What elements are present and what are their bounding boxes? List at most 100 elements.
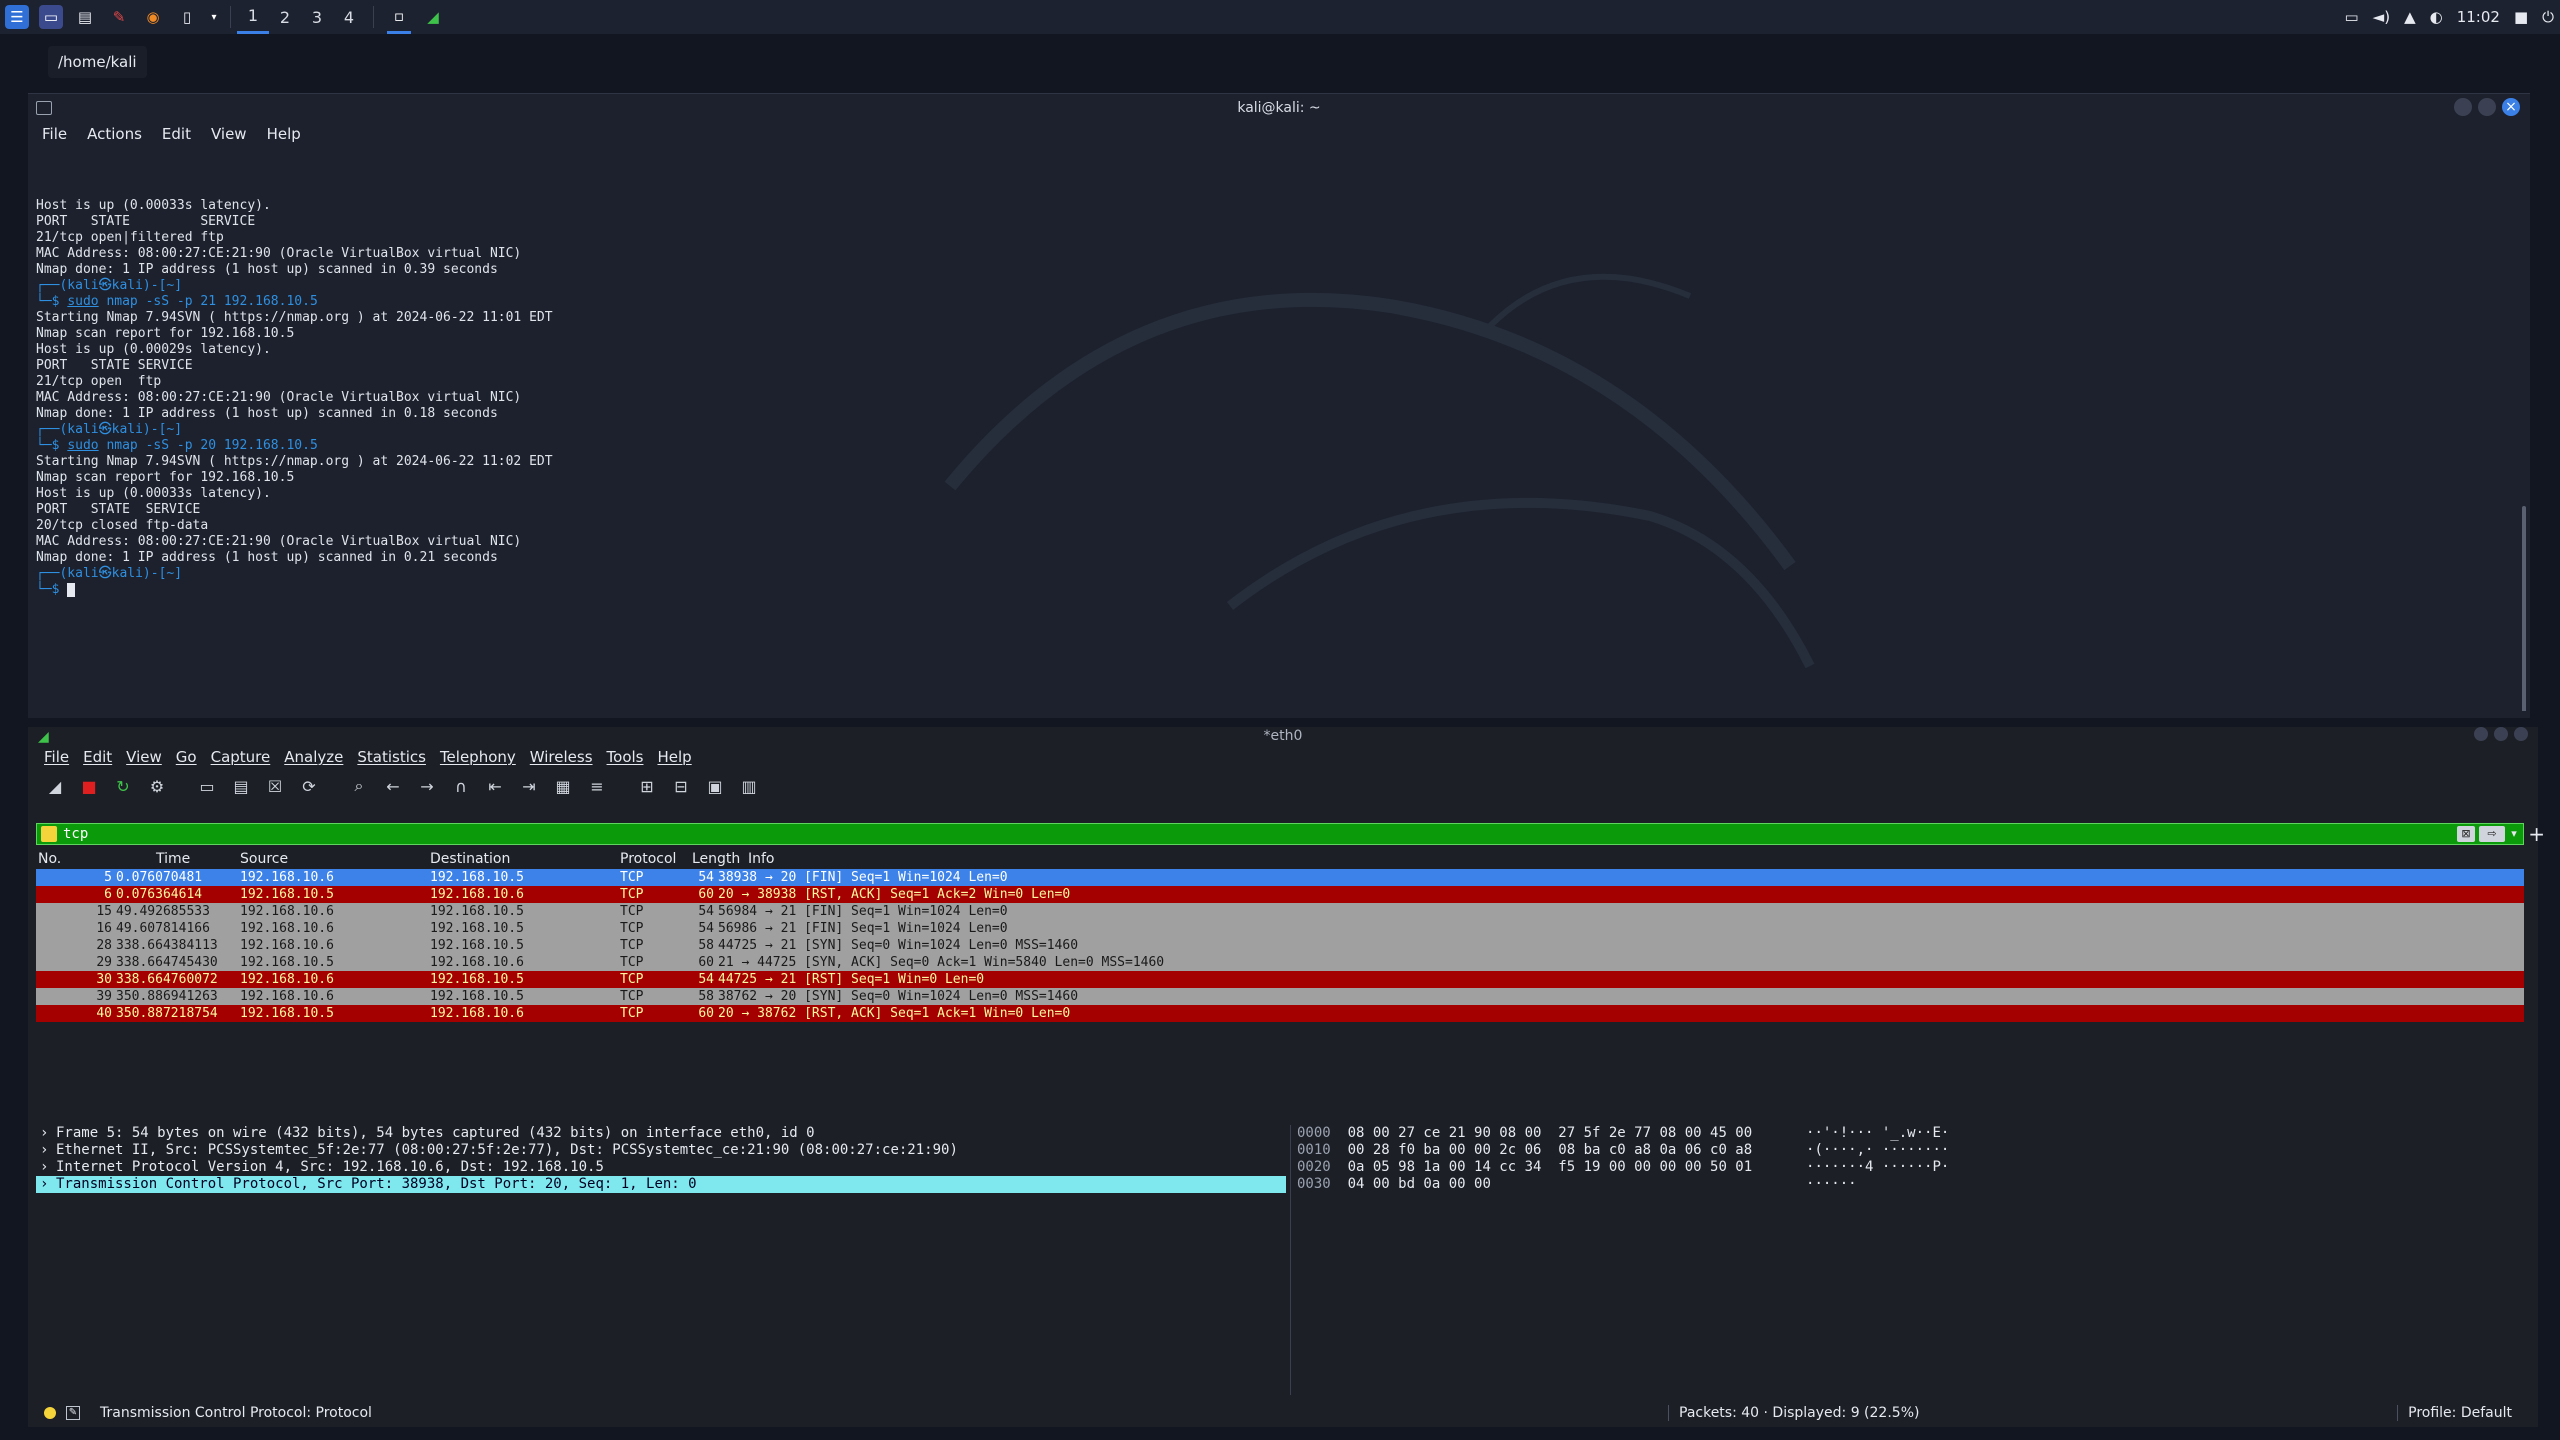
close-file-icon[interactable]: ☒	[262, 773, 288, 799]
menu-help[interactable]: Help	[267, 125, 301, 143]
menu-view[interactable]: View	[211, 125, 247, 143]
detail-tree-item[interactable]: › Internet Protocol Version 4, Src: 192.1…	[36, 1159, 1286, 1176]
terminal-scrollbar[interactable]	[2522, 506, 2526, 711]
expert-info-icon[interactable]	[44, 1407, 56, 1419]
packet-row[interactable]: 16 49.607814166 192.168.10.6 192.168.10.5 TC…	[36, 920, 2524, 937]
apply-filter-icon[interactable]: ⇨	[2479, 826, 2505, 842]
menu-help[interactable]: Help	[657, 748, 691, 766]
workspace-1[interactable]: 1	[237, 0, 269, 34]
menu-edit[interactable]: Edit	[83, 748, 112, 766]
menu-analyze[interactable]: Analyze	[284, 748, 343, 766]
minimize-button[interactable]	[2474, 727, 2488, 741]
packet-row[interactable]: 30 338.664760072 192.168.10.6 192.168.10.5 T…	[36, 971, 2524, 988]
profile-selector[interactable]: Profile: Default	[2397, 1405, 2512, 1421]
taskbar-wireshark-window-icon[interactable]: ◢	[421, 5, 445, 29]
previous-packet-icon[interactable]: ←	[380, 773, 406, 799]
detail-tree-item[interactable]: › Transmission Control Protocol, Src Port…	[36, 1176, 1286, 1193]
menu-file[interactable]: File	[44, 748, 69, 766]
menu-edit[interactable]: Edit	[162, 125, 191, 143]
packet-row[interactable]: 15 49.492685533 192.168.10.6 192.168.10.5 TC…	[36, 903, 2524, 920]
hex-row[interactable]: 0030 04 00 bd 0a 00 00 ······	[1297, 1176, 2530, 1193]
column-info[interactable]: Info	[748, 851, 2524, 869]
terminal-titlebar[interactable]: kali@kali: ~ ×	[28, 94, 2530, 122]
column-no[interactable]: No.	[36, 851, 116, 869]
detail-tree-item[interactable]: › Frame 5: 54 bytes on wire (432 bits), 5…	[36, 1125, 1286, 1142]
bookmark-icon[interactable]	[41, 826, 57, 842]
zoom-in-icon[interactable]: ⊞	[634, 773, 660, 799]
reload-file-icon[interactable]: ⟳	[296, 773, 322, 799]
menu-file[interactable]: File	[42, 125, 67, 143]
clock[interactable]: 11:02	[2457, 8, 2500, 26]
power-manager-icon[interactable]: ◐	[2430, 8, 2443, 26]
column-length[interactable]: Length	[692, 851, 748, 869]
taskbar-terminal-window-icon[interactable]: ▫	[387, 0, 411, 34]
wireshark-titlebar[interactable]: ◢ *eth0	[28, 727, 2538, 745]
autoscroll-icon[interactable]: ▦	[550, 773, 576, 799]
workspace-2[interactable]: 2	[269, 0, 301, 34]
normal-size-icon[interactable]: ▣	[702, 773, 728, 799]
packet-row[interactable]: 28 338.664384113 192.168.10.6 192.168.10.5 T…	[36, 937, 2524, 954]
maximize-button[interactable]	[2494, 727, 2508, 741]
logout-icon[interactable]: ⏻	[2542, 8, 2554, 26]
capture-options-gear-icon[interactable]: ⚙	[144, 773, 170, 799]
launcher-dropdown-icon[interactable]: ▾	[209, 5, 219, 29]
save-file-icon[interactable]: ▤	[228, 773, 254, 799]
workspace-3[interactable]: 3	[301, 0, 333, 34]
packet-row[interactable]: 29 338.664745430 192.168.10.5 192.168.10.6 T…	[36, 954, 2524, 971]
display-icon[interactable]: ▭	[2344, 8, 2358, 26]
menu-capture[interactable]: Capture	[211, 748, 271, 766]
notification-bell-icon[interactable]: ▲	[2404, 8, 2416, 26]
menu-telephony[interactable]: Telephony	[440, 748, 516, 766]
lock-icon[interactable]: ■	[2514, 8, 2528, 26]
minimize-button[interactable]	[2454, 98, 2472, 116]
column-protocol[interactable]: Protocol	[620, 851, 692, 869]
packet-row[interactable]: 5 0.076070481 192.168.10.6 192.168.10.5 TCP 5…	[36, 869, 2524, 886]
first-packet-icon[interactable]: ⇤	[482, 773, 508, 799]
text-cursor[interactable]	[67, 582, 76, 597]
colorize-icon[interactable]: ≡	[584, 773, 610, 799]
display-filter-input[interactable]	[57, 826, 2457, 842]
column-destination[interactable]: Destination	[430, 851, 620, 869]
close-button[interactable]	[2514, 727, 2528, 741]
expand-arrow-icon[interactable]: ›	[40, 1176, 56, 1193]
close-button[interactable]: ×	[2502, 98, 2520, 116]
show-desktop-icon[interactable]: ▭	[39, 5, 63, 29]
menu-go[interactable]: Go	[176, 748, 197, 766]
file-manager-icon[interactable]: ▤	[73, 5, 97, 29]
firefox-icon[interactable]: ◉	[141, 5, 165, 29]
last-packet-icon[interactable]: ⇥	[516, 773, 542, 799]
menu-statistics[interactable]: Statistics	[357, 748, 426, 766]
menu-wireless[interactable]: Wireless	[530, 748, 593, 766]
add-filter-button-plus-icon[interactable]: +	[2528, 822, 2545, 846]
column-time[interactable]: Time	[116, 851, 240, 869]
go-to-packet-icon[interactable]: ∩	[448, 773, 474, 799]
hex-row[interactable]: 0000 08 00 27 ce 21 90 08 00 27 5f 2e 77…	[1297, 1125, 2530, 1142]
restart-capture-icon[interactable]: ↻	[110, 773, 136, 799]
zoom-out-icon[interactable]: ⊟	[668, 773, 694, 799]
resize-columns-icon[interactable]: ▥	[736, 773, 762, 799]
terminal-output[interactable]: Host is up (0.00033s latency). PORT STATE…	[28, 146, 2530, 711]
column-source[interactable]: Source	[240, 851, 430, 869]
workspace-4[interactable]: 4	[333, 0, 365, 34]
hex-row[interactable]: 0010 00 28 f0 ba 00 00 2c 06 08 ba c0 a8…	[1297, 1142, 2530, 1159]
menu-view[interactable]: View	[126, 748, 162, 766]
expand-arrow-icon[interactable]: ›	[40, 1125, 56, 1142]
next-packet-icon[interactable]: →	[414, 773, 440, 799]
terminal-launcher-icon[interactable]: ▯	[175, 5, 199, 29]
text-editor-icon[interactable]: ✎	[107, 5, 131, 29]
stop-capture-icon[interactable]: ■	[76, 773, 102, 799]
packet-row[interactable]: 40 350.887218754 192.168.10.5 192.168.10.6 T…	[36, 1005, 2524, 1022]
volume-icon[interactable]: ◄)	[2373, 8, 2390, 26]
detail-tree-item[interactable]: › Ethernet II, Src: PCSSystemtec_5f:2e:77…	[36, 1142, 1286, 1159]
open-file-icon[interactable]: ▭	[194, 773, 220, 799]
start-capture-fin-icon[interactable]: ◢	[42, 773, 68, 799]
hex-row[interactable]: 0020 0a 05 98 1a 00 14 cc 34 f5 19 00 00…	[1297, 1159, 2530, 1176]
kali-menu-icon[interactable]: ☰	[5, 5, 29, 29]
packet-row[interactable]: 39 350.886941263 192.168.10.6 192.168.10.5 T…	[36, 988, 2524, 1005]
expand-arrow-icon[interactable]: ›	[40, 1142, 56, 1159]
clear-filter-icon[interactable]: ⊠	[2457, 826, 2475, 842]
filter-history-dropdown-icon[interactable]: ▾	[2509, 826, 2519, 842]
capture-comment-icon[interactable]: ✎	[66, 1406, 80, 1420]
expand-arrow-icon[interactable]: ›	[40, 1159, 56, 1176]
find-packet-search-icon[interactable]: ⌕	[346, 773, 372, 799]
